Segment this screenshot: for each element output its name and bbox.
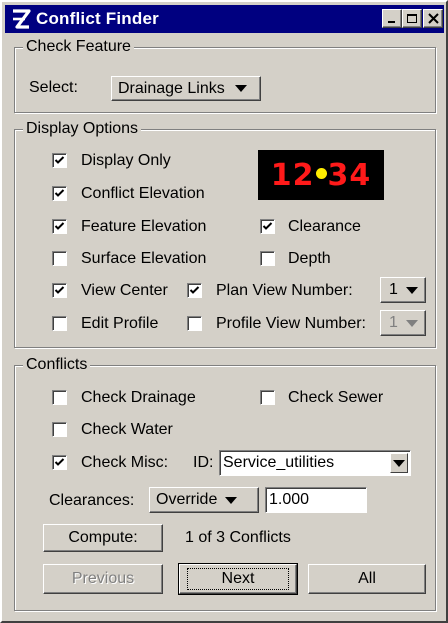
check-feature-legend: Check Feature — [23, 38, 134, 56]
conflicts-status: 1 of 3 Conflicts — [185, 529, 291, 546]
clearances-label: Clearances: — [49, 492, 135, 509]
all-button-label: All — [358, 570, 376, 587]
plan-view-number-value: 1 — [389, 281, 398, 298]
profile-view-number-value: 1 — [389, 314, 398, 331]
maximize-icon — [407, 14, 417, 23]
window-title: Conflict Finder — [36, 9, 159, 28]
conflict-elevation-label: Conflict Elevation — [81, 185, 205, 202]
clearance-checkbox[interactable] — [260, 219, 275, 234]
clock-display: 12 34 — [258, 150, 384, 200]
check-water-checkbox[interactable] — [52, 422, 67, 437]
surface-elevation-checkbox[interactable] — [52, 251, 67, 266]
display-options-group: Display Options Display Only 12 34 Confli… — [14, 120, 436, 348]
id-combobox[interactable]: Service_utilities — [219, 450, 411, 476]
checkmark-icon — [189, 286, 200, 294]
checkmark-icon — [54, 189, 65, 197]
feature-elevation-checkbox[interactable] — [52, 219, 67, 234]
close-button[interactable] — [423, 9, 443, 28]
clock-minutes: 34 — [327, 157, 372, 193]
select-feature-value: Drainage Links — [118, 79, 225, 97]
profile-view-number-dropdown[interactable]: 1 — [380, 310, 426, 336]
compute-button[interactable]: Compute: — [43, 524, 163, 552]
check-water-label: Check Water — [81, 421, 173, 438]
checkmark-icon — [262, 222, 273, 230]
clock-hours: 12 — [270, 157, 315, 193]
display-options-legend: Display Options — [23, 120, 142, 138]
clearances-value: 1.000 — [269, 491, 310, 508]
clock-separator-icon — [315, 167, 327, 179]
check-misc-checkbox[interactable] — [52, 455, 67, 470]
title-bar[interactable]: Conflict Finder — [5, 5, 444, 33]
chevron-down-icon — [393, 459, 405, 467]
clearances-value-input[interactable]: 1.000 — [265, 487, 367, 513]
clearances-mode-value: Override — [156, 491, 218, 508]
conflicts-legend: Conflicts — [23, 356, 91, 374]
conflict-finder-window: Conflict Finder Check Feature Select: Dr… — [0, 0, 448, 623]
edit-profile-label: Edit Profile — [81, 315, 159, 332]
check-sewer-label: Check Sewer — [288, 389, 384, 406]
feature-elevation-label: Feature Elevation — [81, 218, 207, 235]
view-center-label: View Center — [81, 282, 168, 299]
previous-button[interactable]: Previous — [43, 564, 163, 594]
id-label: ID: — [193, 454, 214, 471]
plan-view-number-checkbox[interactable] — [187, 283, 202, 298]
chevron-down-icon — [225, 496, 238, 504]
check-sewer-checkbox[interactable] — [260, 390, 275, 405]
check-drainage-label: Check Drainage — [81, 389, 196, 406]
clearances-mode-dropdown[interactable]: Override — [149, 487, 259, 513]
plan-view-number-dropdown[interactable]: 1 — [380, 277, 426, 303]
close-icon — [427, 13, 439, 24]
profile-view-number-label: Profile View Number: — [216, 315, 366, 332]
checkmark-icon — [54, 286, 65, 294]
select-label: Select: — [29, 79, 78, 96]
next-button-label: Next — [186, 568, 290, 590]
compute-button-label: Compute: — [68, 529, 138, 546]
conflicts-group: Conflicts Check Drainage Check Sewer Che… — [14, 356, 436, 611]
select-feature-dropdown[interactable]: Drainage Links — [111, 76, 261, 101]
checkmark-icon — [54, 458, 65, 466]
previous-button-label: Previous — [71, 570, 135, 587]
clearance-label: Clearance — [288, 218, 361, 235]
minimize-icon — [388, 20, 395, 23]
id-value: Service_utilities — [223, 454, 335, 471]
chevron-down-icon — [405, 286, 418, 294]
conflict-elevation-checkbox[interactable] — [52, 186, 67, 201]
display-only-checkbox[interactable] — [52, 153, 67, 168]
minimize-button[interactable] — [382, 9, 402, 28]
profile-view-number-checkbox[interactable] — [187, 316, 202, 331]
plan-view-number-label: Plan View Number: — [216, 282, 353, 299]
check-feature-group: Check Feature Select: Drainage Links — [14, 38, 436, 113]
maximize-button[interactable] — [402, 9, 422, 28]
view-center-checkbox[interactable] — [52, 283, 67, 298]
chevron-down-icon — [405, 319, 418, 327]
chevron-down-icon — [234, 85, 247, 92]
edit-profile-checkbox[interactable] — [52, 316, 67, 331]
checkmark-icon — [54, 222, 65, 230]
display-only-label: Display Only — [81, 152, 171, 169]
next-button[interactable]: Next — [178, 563, 298, 595]
check-drainage-checkbox[interactable] — [52, 390, 67, 405]
check-misc-label: Check Misc: — [81, 454, 169, 471]
surface-elevation-label: Surface Elevation — [81, 250, 207, 267]
checkmark-icon — [54, 156, 65, 164]
depth-checkbox[interactable] — [260, 251, 275, 266]
app-logo-icon — [13, 9, 31, 29]
depth-label: Depth — [288, 250, 331, 267]
all-button[interactable]: All — [308, 564, 426, 594]
id-dropdown-button[interactable] — [390, 453, 408, 473]
